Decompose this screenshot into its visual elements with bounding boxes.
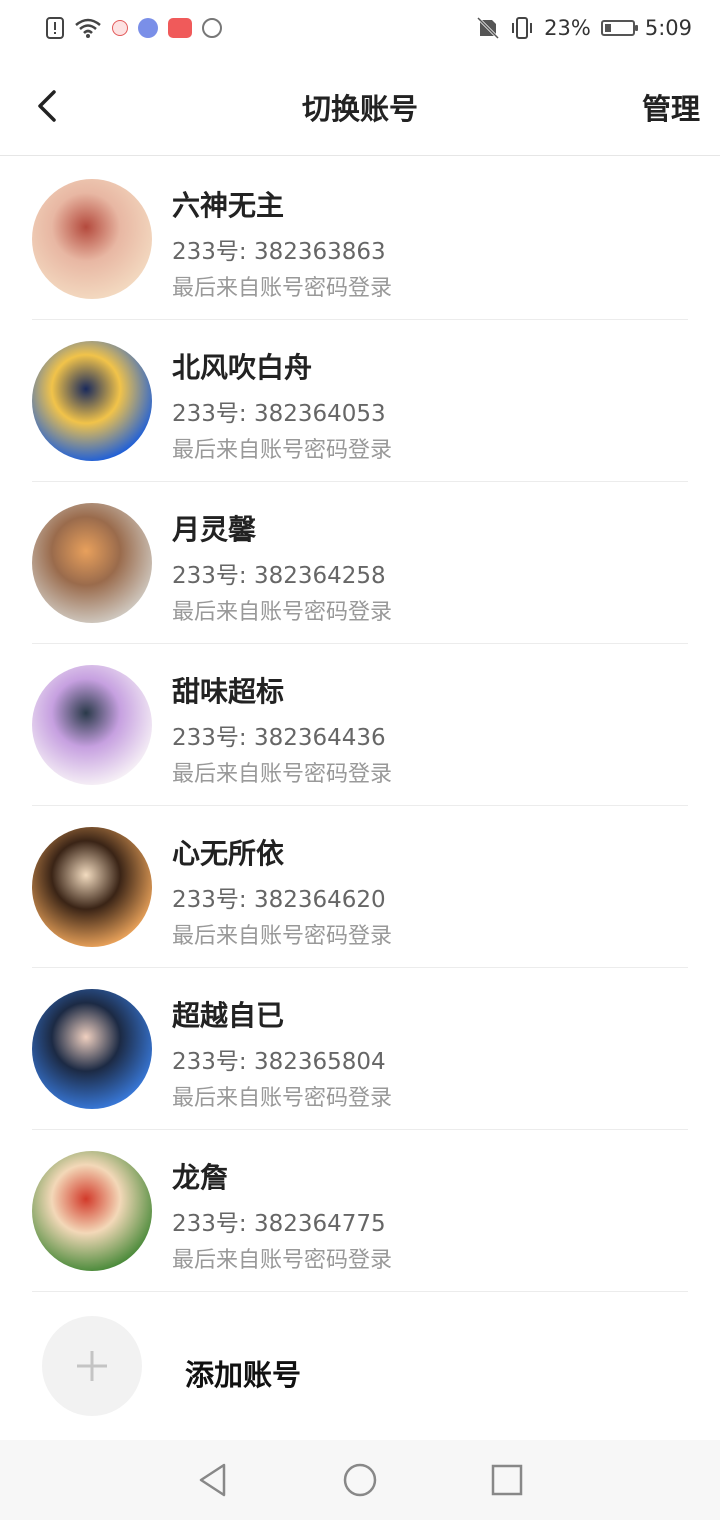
- account-id: 233号: 382364258: [172, 563, 386, 589]
- no-sim-icon: [476, 16, 500, 40]
- account-login-source: 最后来自账号密码登录: [172, 1248, 393, 1273]
- recents-square-icon: [491, 1464, 522, 1496]
- vibrate-icon: [510, 16, 534, 40]
- account-item[interactable]: 甜味超标 233号: 382364436 最后来自账号密码登录: [32, 644, 688, 806]
- wifi-icon: [74, 17, 102, 39]
- status-left: [46, 17, 222, 39]
- battery-icon: [600, 20, 638, 36]
- account-item[interactable]: 超越自已 233号: 382365804 最后来自账号密码登录: [32, 968, 688, 1130]
- account-id: 233号: 382363863: [172, 239, 386, 265]
- back-triangle-icon: [200, 1463, 226, 1497]
- system-home-button[interactable]: [338, 1458, 382, 1502]
- home-circle-icon: [343, 1463, 377, 1497]
- store-app-icon: [168, 18, 192, 38]
- account-item[interactable]: 月灵馨 233号: 382364258 最后来自账号密码登录: [32, 482, 688, 644]
- account-id: 233号: 382364775: [172, 1211, 386, 1237]
- app-icon: [112, 20, 128, 36]
- account-name: 月灵馨: [172, 513, 257, 546]
- avatar: [32, 989, 152, 1109]
- account-name: 超越自已: [172, 999, 285, 1032]
- add-account-button[interactable]: 添加账号: [42, 1316, 642, 1416]
- account-login-source: 最后来自账号密码登录: [172, 924, 393, 949]
- avatar: [32, 179, 152, 299]
- account-login-source: 最后来自账号密码登录: [172, 1086, 393, 1111]
- account-list: 六神无主 233号: 382363863 最后来自账号密码登录 北风吹白舟 23…: [0, 158, 720, 1292]
- music-app-icon: [138, 18, 158, 38]
- account-login-source: 最后来自账号密码登录: [172, 276, 393, 301]
- account-login-source: 最后来自账号密码登录: [172, 762, 393, 787]
- account-name: 甜味超标: [172, 675, 285, 708]
- account-name: 心无所依: [172, 837, 285, 870]
- system-recents-button[interactable]: [485, 1458, 529, 1502]
- header: 切换账号 管理: [0, 56, 720, 156]
- account-id: 233号: 382364436: [172, 725, 386, 751]
- avatar: [32, 503, 152, 623]
- account-name: 六神无主: [172, 189, 285, 222]
- avatar: [32, 1151, 152, 1271]
- account-item[interactable]: 六神无主 233号: 382363863 最后来自账号密码登录: [32, 158, 688, 320]
- status-right: 23% 5:09: [476, 16, 692, 40]
- account-name: 龙詹: [172, 1161, 229, 1194]
- account-login-source: 最后来自账号密码登录: [172, 600, 393, 625]
- account-id: 233号: 382364053: [172, 401, 386, 427]
- avatar: [32, 827, 152, 947]
- account-item[interactable]: 北风吹白舟 233号: 382364053 最后来自账号密码登录: [32, 320, 688, 482]
- battery-percent: 23%: [544, 16, 591, 40]
- avatar: [32, 665, 152, 785]
- add-account-label: 添加账号: [185, 1358, 302, 1392]
- alert-icon: [46, 17, 64, 39]
- avatar: [32, 341, 152, 461]
- system-nav-bar: [0, 1440, 720, 1520]
- account-item[interactable]: 心无所依 233号: 382364620 最后来自账号密码登录: [32, 806, 688, 968]
- account-id: 233号: 382364620: [172, 887, 386, 913]
- game-app-icon: [202, 18, 222, 38]
- account-name: 北风吹白舟: [172, 351, 313, 384]
- plus-icon: [77, 1351, 107, 1381]
- account-login-source: 最后来自账号密码登录: [172, 438, 393, 463]
- add-account-circle: [42, 1316, 142, 1416]
- clock: 5:09: [644, 16, 692, 40]
- manage-button[interactable]: 管理: [642, 86, 700, 128]
- account-id: 233号: 382365804: [172, 1049, 386, 1075]
- account-item[interactable]: 龙詹 233号: 382364775 最后来自账号密码登录: [32, 1130, 688, 1292]
- status-bar: 23% 5:09: [0, 0, 720, 56]
- battery-fill: [604, 24, 611, 32]
- page-title: 切换账号: [301, 92, 418, 126]
- system-back-button[interactable]: [191, 1458, 235, 1502]
